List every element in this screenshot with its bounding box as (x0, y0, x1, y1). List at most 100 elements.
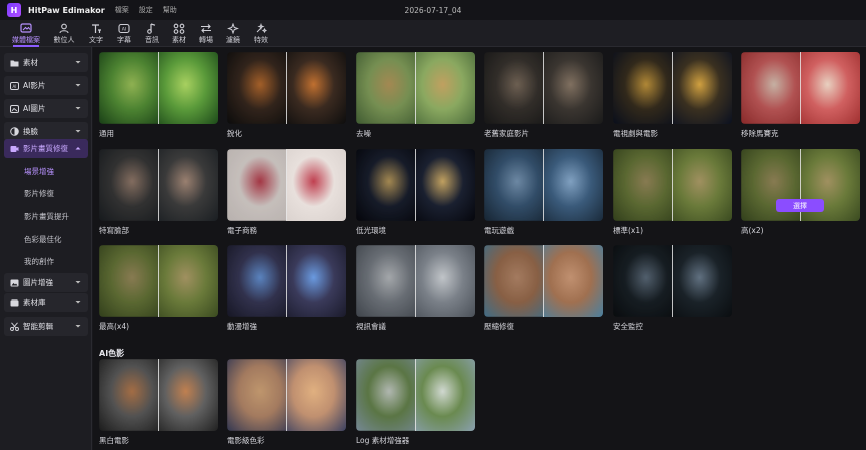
comparison-divider (286, 52, 287, 124)
enhance-preset-card[interactable]: 老舊家庭影片 (484, 52, 603, 139)
enhance-preset-card[interactable]: 移除馬賽克 (741, 52, 860, 139)
comparison-divider (415, 149, 416, 221)
video-repair-icon (10, 144, 19, 153)
sidebar-category-ai-image[interactable]: AI圖片 (4, 99, 88, 118)
sidebar-subitem-scene-enhance[interactable]: 場景增強 (24, 166, 54, 177)
card-label: 去噪 (356, 129, 371, 138)
sidebar-category-library[interactable]: 素材庫 (4, 293, 88, 312)
enhance-preset-card[interactable]: 壓縮修復 (484, 245, 603, 332)
image-enhance-icon (10, 278, 19, 287)
text-icon (90, 23, 102, 34)
section-title-ai-color: AI色影 (99, 349, 125, 358)
enhance-preset-card[interactable]: 視訊會議 (356, 245, 475, 332)
comparison-divider (800, 52, 801, 124)
card-label: 黑白電影 (99, 436, 129, 445)
transition-icon (200, 23, 212, 34)
comparison-divider (286, 359, 287, 431)
card-label: 最高(x4) (99, 322, 130, 331)
sidebar-subitem-quality-upscale[interactable]: 影片畫質提升 (24, 211, 69, 222)
sidebar-category-video-repair[interactable]: 影片畫質修復 (4, 139, 88, 158)
preview-thumbnail: 選擇 (741, 149, 860, 221)
preview-thumbnail (99, 359, 218, 431)
preview-thumbnail (484, 52, 603, 124)
app-name: HitPaw Edimakor (28, 5, 105, 15)
preview-thumbnail (356, 245, 475, 317)
subtitle-icon: AI (118, 23, 130, 34)
sidebar-category-assets[interactable]: 素材 (4, 53, 88, 72)
sidebar-subitem-video-repair[interactable]: 影片修復 (24, 188, 54, 199)
chevron-down-icon (75, 281, 81, 284)
card-label: 安全監控 (613, 322, 643, 331)
comparison-divider (672, 149, 673, 221)
card-label: 特寫臉部 (99, 226, 129, 235)
preview-thumbnail (227, 245, 346, 317)
preview-thumbnail (227, 359, 346, 431)
sidebar-subitem-color-optimize[interactable]: 色彩最佳化 (24, 234, 62, 245)
preview-thumbnail (99, 149, 218, 221)
preview-thumbnail (613, 149, 732, 221)
preview-thumbnail (227, 149, 346, 221)
card-label: Log 素材增強器 (356, 436, 410, 445)
enhance-preset-card[interactable]: 電子商務 (227, 149, 346, 236)
preview-thumbnail (484, 245, 603, 317)
svg-text:AI: AI (122, 26, 126, 32)
ai-color-card[interactable]: 電影級色彩 (227, 359, 346, 446)
enhance-preset-card[interactable]: 銳化 (227, 52, 346, 139)
preview-thumbnail (356, 359, 475, 431)
preview-thumbnail (613, 245, 732, 317)
sidebar-subitem-my-creations[interactable]: 我的創作 (24, 256, 54, 267)
menu-settings[interactable]: 設定 (139, 5, 153, 15)
sidebar-category-ai-video[interactable]: AI AI影片 (4, 76, 88, 95)
menu-file[interactable]: 檔案 (115, 5, 129, 15)
chevron-down-icon (75, 130, 81, 133)
enhance-preset-card[interactable]: 去噪 (356, 52, 475, 139)
preview-thumbnail (613, 52, 732, 124)
enhance-preset-card[interactable]: 通用 (99, 52, 218, 139)
card-label: 老舊家庭影片 (484, 129, 529, 138)
select-button[interactable]: 選擇 (776, 199, 824, 212)
enhance-preset-card[interactable]: 最高(x4) (99, 245, 218, 332)
enhance-preset-card[interactable]: 標準(x1) (613, 149, 732, 236)
chevron-down-icon (75, 84, 81, 87)
preview-thumbnail (356, 149, 475, 221)
svg-text:AI: AI (13, 84, 17, 89)
card-label: 壓縮修復 (484, 322, 514, 331)
preview-thumbnail (741, 52, 860, 124)
chevron-down-icon (75, 325, 81, 328)
enhance-preset-card[interactable]: 低光環境 (356, 149, 475, 236)
enhance-preset-card[interactable]: 動漫增強 (227, 245, 346, 332)
tab-media[interactable]: 媒體檔案 (9, 20, 43, 47)
chevron-down-icon (75, 301, 81, 304)
comparison-divider (672, 52, 673, 124)
ai-video-icon: AI (10, 81, 19, 90)
chevron-up-icon (75, 147, 81, 150)
enhance-preset-card[interactable]: 電視劇與電影 (613, 52, 732, 139)
tab-avatar[interactable]: 數位人 (47, 20, 81, 47)
enhance-preset-card[interactable]: 特寫臉部 (99, 149, 218, 236)
card-label: 通用 (99, 129, 114, 138)
sidebar: 素材 AI AI影片 AI圖片 換臉 影片畫質修復 場景增強 影片修復 影片畫質… (0, 47, 92, 450)
ai-color-card[interactable]: 黑白電影 (99, 359, 218, 446)
enhance-preset-card[interactable]: 電玩遊戲 (484, 149, 603, 236)
ai-color-card[interactable]: Log 素材增強器 (356, 359, 475, 446)
ai-image-icon (10, 104, 19, 113)
menu-help[interactable]: 幫助 (163, 5, 177, 15)
main-toolbar: 媒體檔案 數位人 文字 AI 字幕 音訊 素材 轉場 濾鏡 特效 (0, 20, 866, 47)
effects-gallery: 通用 銳化 去噪 老舊家庭影片 電視劇與電影 移除馬賽克特寫臉部 電子商務 低光環境 電玩遊戲 標… (93, 47, 866, 450)
comparison-divider (543, 245, 544, 317)
enhance-preset-card[interactable]: 選擇高(x2) (741, 149, 860, 236)
comparison-divider (158, 245, 159, 317)
sidebar-category-smart-cut[interactable]: 智能剪輯 (4, 317, 88, 336)
comparison-divider (415, 52, 416, 124)
folder-icon (10, 58, 19, 67)
comparison-divider (158, 149, 159, 221)
filter-icon (227, 22, 239, 34)
app-logo: H (7, 3, 21, 17)
audio-icon (146, 22, 158, 34)
card-label: 銳化 (227, 129, 242, 138)
comparison-divider (543, 149, 544, 221)
tab-effects[interactable]: 特效 (244, 20, 278, 47)
sidebar-category-image-enhance[interactable]: 圖片增強 (4, 273, 88, 292)
enhance-preset-card[interactable]: 安全監控 (613, 245, 732, 332)
card-label: 高(x2) (741, 226, 764, 235)
